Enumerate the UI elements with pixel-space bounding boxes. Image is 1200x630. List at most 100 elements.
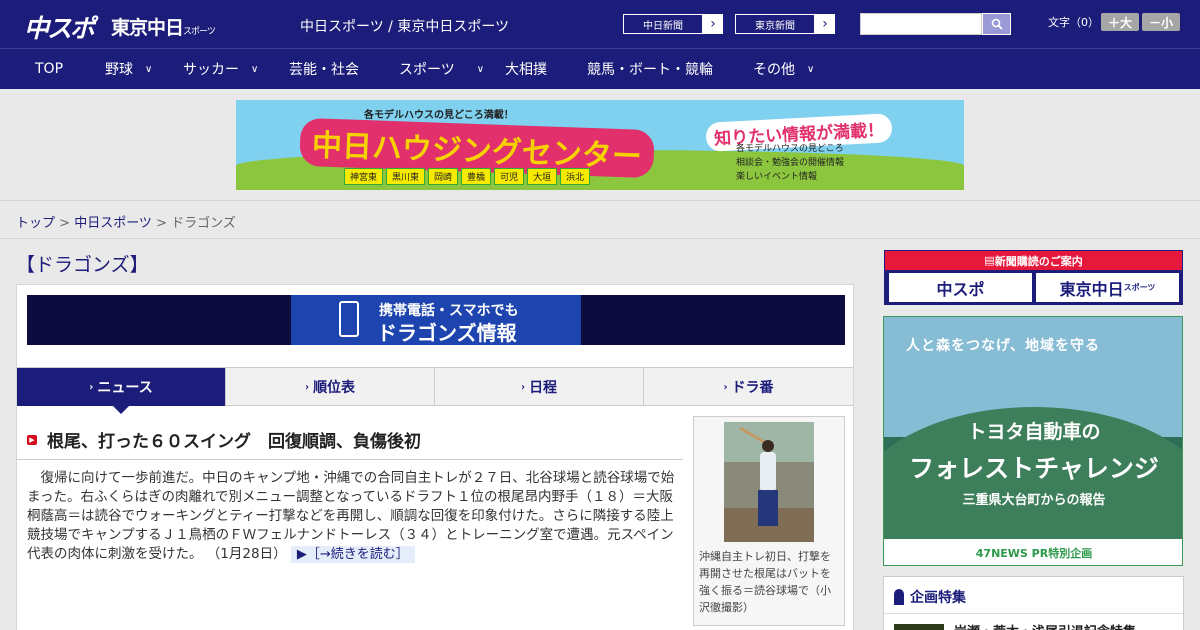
play-marker-icon: ▶ xyxy=(27,434,37,445)
article-photo-box: 沖縄自主トレ初日、打撃を再開させた根尾はバットを強く振る＝読谷球場で（小沢徹撮影… xyxy=(693,416,845,626)
chevron-down-icon: ∨ xyxy=(145,63,153,75)
article-body: 復帰に向けて一歩前進だ。中日のキャンプ地・沖縄での合同自主トレが２７日、北谷球場… xyxy=(27,469,675,564)
nav-item-sumo[interactable]: 大相撲 xyxy=(505,49,547,89)
mobile-dragons-banner[interactable]: 携帯電話・スマホでも ドラゴンズ情報 xyxy=(27,295,845,345)
article-date: （1月28日） xyxy=(206,546,287,562)
chevron-down-icon: ∨ xyxy=(807,63,815,75)
ad-bullet: 楽しいイベント情報 xyxy=(736,172,818,182)
font-larger-button[interactable]: ＋大 xyxy=(1101,13,1139,31)
chunichi-shimbun-link[interactable]: 中日新聞 › xyxy=(622,13,724,35)
breadcrumb-bar: トップ > 中日スポーツ > ドラゴンズ xyxy=(0,200,1200,239)
main-nav: TOP 野球 ∨ サッカー ∨ 芸能・社会 スポーツ ∨ 大相撲 競馬・ボート・競輪 … xyxy=(0,48,1200,89)
chuspo-logo[interactable]: 中スポ xyxy=(24,9,95,45)
ad-towns: 神宮東 黒川東 岡崎 豊橋 可児 大垣 浜北 xyxy=(344,168,591,185)
nav-item-racing[interactable]: 競馬・ボート・競輪 xyxy=(587,49,713,89)
ad-top-caption: 各モデルハウスの見どころ満載！ xyxy=(364,110,514,121)
tab-label: ニュース xyxy=(97,380,153,396)
ad-town: 岡崎 xyxy=(428,168,459,185)
feature-thumb xyxy=(894,623,944,630)
nav-item-label: その他 xyxy=(753,62,795,78)
tokyo-chunichi-logo-text: 東京中日 xyxy=(111,17,184,39)
ad-bullet: 各モデルハウスの見どころ xyxy=(736,144,844,154)
main-panel: 携帯電話・スマホでも ドラゴンズ情報 › ニュース › 順位表 › 日程 › ドラ番 ▶… xyxy=(16,284,854,630)
font-size-label: 文字（0） xyxy=(1048,16,1099,29)
forest-arc-text: 人と森をつなげ、地域を守る xyxy=(906,338,1101,354)
feature-box: 企画特集 岩瀬・荒木・浅尾引退記念特集 xyxy=(883,576,1184,630)
dragons-tabs: › ニュース › 順位表 › 日程 › ドラ番 xyxy=(17,367,853,414)
chevron-right-icon: › xyxy=(304,381,310,393)
article-headline[interactable]: ▶ 根尾、打った６０スイング 回復順調、負傷後初 xyxy=(27,427,421,452)
mobile-banner-line2: ドラゴンズ情報 xyxy=(377,321,517,345)
tokyo-chunichi-logo-suffix: スポーツ xyxy=(183,27,216,37)
breadcrumb-separator: > xyxy=(151,216,172,231)
nav-item-label: 競馬・ボート・競輪 xyxy=(587,62,713,78)
photo-player-body xyxy=(760,452,776,492)
ad-town: 大垣 xyxy=(527,168,558,185)
play-triangle-icon: ▶ xyxy=(296,547,307,562)
subscribe-chuspo-button[interactable]: 中スポ xyxy=(889,273,1032,302)
nav-item-label: TOP xyxy=(35,61,64,77)
tokyo-shimbun-label: 東京新聞 xyxy=(735,14,815,34)
housing-center-ad[interactable]: 各モデルハウスの見どころ満載！ 中日ハウジングセンター 知りたい情報が満載！ 各… xyxy=(236,100,964,190)
feature-head: 企画特集 xyxy=(894,587,966,607)
breadcrumb-separator: > xyxy=(55,216,75,231)
chevron-down-icon: ∨ xyxy=(476,63,485,75)
chevron-right-icon: › xyxy=(710,16,716,32)
page-title: 【ドラゴンズ】 xyxy=(16,254,149,276)
nav-item-label: 野球 xyxy=(105,62,133,78)
ad-town: 豊橋 xyxy=(461,168,492,185)
article-headline-text: 根尾、打った６０スイング 回復順調、負傷後初 xyxy=(47,432,421,452)
article-photo[interactable] xyxy=(724,422,814,542)
tab-standings[interactable]: › 順位表 xyxy=(226,368,435,406)
top-header: 中スポ 東京中日スポーツ 中日スポーツ / 東京中日スポーツ 中日新聞 › 東京… xyxy=(0,0,1200,48)
chunichi-shimbun-label: 中日新聞 xyxy=(623,14,703,34)
tokyo-chunichi-logo[interactable]: 東京中日スポーツ xyxy=(111,13,216,40)
forest-challenge-ad[interactable]: 人と森をつなげ、地域を守る トヨタ自動車の フォレストチャレンジ 三重県大台町か… xyxy=(883,316,1183,566)
nav-item-label: スポーツ xyxy=(399,62,455,78)
tab-dora-ban[interactable]: › ドラ番 xyxy=(644,368,853,406)
breadcrumb-home-link[interactable]: トップ xyxy=(16,216,55,231)
subscription-box: ▤ 新聞購読のご案内 中スポ 東京中日 スポーツ xyxy=(884,250,1183,305)
forest-title-1: トヨタ自動車の xyxy=(967,421,1101,443)
tab-label: 順位表 xyxy=(313,380,356,396)
read-more-link[interactable]: ▶［→続きを読む］ xyxy=(290,546,415,563)
font-smaller-button[interactable]: －小 xyxy=(1142,13,1180,31)
photo-player-head xyxy=(762,440,774,452)
divider xyxy=(884,613,1183,614)
breadcrumb: トップ > 中日スポーツ > ドラゴンズ xyxy=(16,212,236,231)
tab-schedule[interactable]: › 日程 xyxy=(435,368,644,406)
tokyo-shimbun-link[interactable]: 東京新聞 › xyxy=(734,13,836,35)
ad-bullets: 各モデルハウスの見どころ 相談会・勉強会の開催情報 楽しいイベント情報 xyxy=(736,142,844,184)
photo-player-legs xyxy=(758,490,778,526)
chevron-right-icon: › xyxy=(723,381,728,393)
ribbon-icon xyxy=(894,589,904,605)
nav-item-entertainment[interactable]: 芸能・社会 xyxy=(289,49,359,89)
tab-news[interactable]: › ニュース xyxy=(17,368,226,414)
tab-label: 日程 xyxy=(529,380,558,396)
newspaper-icon: ▤ xyxy=(984,254,995,267)
chevron-right-icon: › xyxy=(822,16,828,32)
chevron-right-icon: › xyxy=(520,381,526,393)
ad-town: 可児 xyxy=(494,168,525,185)
subscribe-tokyo-chunichi-button[interactable]: 東京中日 スポーツ xyxy=(1036,273,1179,302)
breadcrumb-current: ドラゴンズ xyxy=(171,216,236,231)
feature-item[interactable]: 岩瀬・荒木・浅尾引退記念特集 xyxy=(894,621,1136,630)
search-input[interactable] xyxy=(860,13,982,35)
feature-item-text: 岩瀬・荒木・浅尾引退記念特集 xyxy=(954,621,1136,630)
search-button[interactable] xyxy=(982,13,1011,35)
nav-item-label: サッカー xyxy=(183,62,239,78)
breadcrumb-parent-link[interactable]: 中日スポーツ xyxy=(74,216,152,231)
nav-item-baseball[interactable]: 野球 ∨ xyxy=(105,49,152,89)
forest-title-2: フォレストチャレンジ xyxy=(909,454,1159,483)
nav-item-top[interactable]: TOP xyxy=(35,49,63,89)
site-title[interactable]: 中日スポーツ / 東京中日スポーツ xyxy=(300,16,509,36)
photo-caption: 沖縄自主トレ初日、打撃を再開させた根尾はバットを強く振る＝読谷球場で（小沢徹撮影… xyxy=(699,550,831,614)
nav-item-label: 大相撲 xyxy=(505,62,547,78)
tab-label: ドラ番 xyxy=(731,380,774,396)
forest-footer: 47NEWS PR特別企画 xyxy=(884,539,1182,565)
nav-item-soccer[interactable]: サッカー ∨ xyxy=(183,49,258,89)
nav-item-sports[interactable]: スポーツ ∨ xyxy=(399,49,484,89)
subscribe-tokyo-chunichi-label: 東京中日 xyxy=(1059,279,1124,299)
ad-town: 黒川東 xyxy=(386,168,426,185)
nav-item-other[interactable]: その他 ∨ xyxy=(753,49,814,89)
